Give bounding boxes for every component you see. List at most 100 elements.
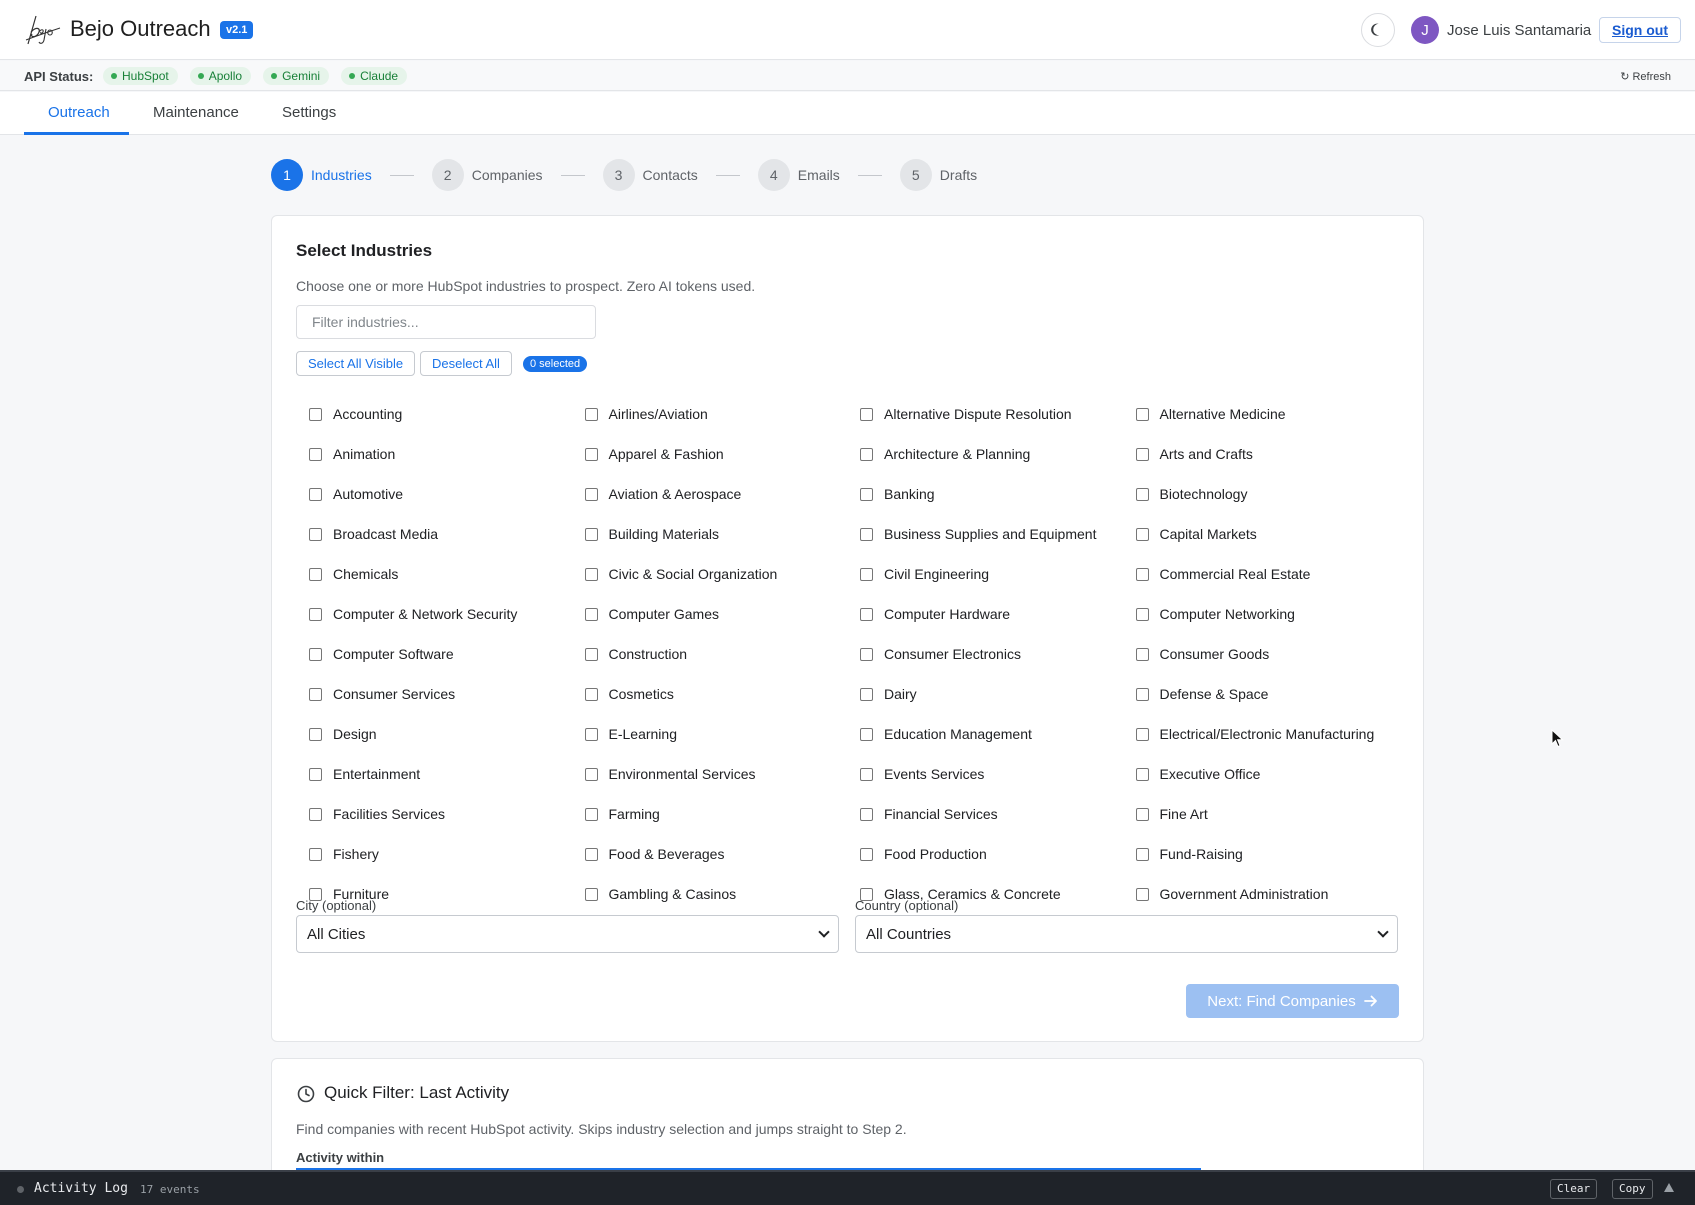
industry-option[interactable]: Computer Hardware xyxy=(860,594,1136,634)
industry-checkbox[interactable] xyxy=(584,607,598,621)
industry-option[interactable]: Commercial Real Estate xyxy=(1135,554,1410,594)
step-drafts[interactable]: 5 Drafts xyxy=(899,159,977,191)
industry-option[interactable]: Food Production xyxy=(860,834,1136,874)
industry-option[interactable]: Cosmetics xyxy=(584,674,861,714)
industry-checkbox[interactable] xyxy=(860,487,873,501)
industry-option[interactable]: Architecture & Planning xyxy=(860,434,1136,474)
industry-checkbox[interactable] xyxy=(584,567,598,581)
industry-checkbox[interactable] xyxy=(1135,607,1149,621)
industry-option[interactable]: Environmental Services xyxy=(584,754,861,794)
industry-option[interactable]: Banking xyxy=(860,474,1136,514)
industry-option[interactable]: Accounting xyxy=(309,394,585,434)
industry-option[interactable]: Facilities Services xyxy=(309,794,585,834)
deselect-all-button[interactable]: Deselect All xyxy=(420,351,512,376)
industry-checkbox[interactable] xyxy=(584,727,598,741)
industry-checkbox[interactable] xyxy=(1135,567,1149,581)
industry-checkbox[interactable] xyxy=(860,527,873,541)
industry-checkbox[interactable] xyxy=(584,407,598,421)
industry-option[interactable]: Computer Software xyxy=(309,634,585,674)
industry-checkbox[interactable] xyxy=(309,527,322,541)
industry-checkbox[interactable] xyxy=(1135,647,1149,661)
industry-option[interactable]: Executive Office xyxy=(1135,754,1410,794)
industry-checkbox[interactable] xyxy=(1135,887,1149,901)
industry-option[interactable]: Capital Markets xyxy=(1135,514,1410,554)
theme-toggle-button[interactable] xyxy=(1361,13,1395,47)
industry-checkbox[interactable] xyxy=(1135,407,1149,421)
industry-checkbox[interactable] xyxy=(309,487,322,501)
industry-option[interactable]: Alternative Medicine xyxy=(1135,394,1410,434)
industry-option[interactable]: Automotive xyxy=(309,474,585,514)
step-emails[interactable]: 4 Emails xyxy=(757,159,840,191)
industry-checkbox[interactable] xyxy=(860,567,873,581)
expand-log-icon[interactable] xyxy=(1664,1183,1674,1192)
industry-checkbox[interactable] xyxy=(309,567,322,581)
industry-checkbox[interactable] xyxy=(584,887,598,901)
industry-option[interactable]: Computer & Network Security xyxy=(309,594,585,634)
industry-checkbox[interactable] xyxy=(860,407,873,421)
industry-option[interactable]: Broadcast Media xyxy=(309,514,585,554)
step-companies[interactable]: 2 Companies xyxy=(431,159,543,191)
activity-log-bar[interactable]: Activity Log 17 events Clear Copy xyxy=(0,1170,1695,1205)
industry-checkbox[interactable] xyxy=(860,767,873,781)
industry-checkbox[interactable] xyxy=(1135,447,1149,461)
industry-checkbox[interactable] xyxy=(1135,727,1149,741)
industry-checkbox[interactable] xyxy=(584,767,598,781)
industry-option[interactable]: Construction xyxy=(584,634,861,674)
industry-checkbox[interactable] xyxy=(584,807,598,821)
industry-option[interactable]: Alternative Dispute Resolution xyxy=(860,394,1136,434)
industry-option[interactable]: Defense & Space xyxy=(1135,674,1410,714)
industry-option[interactable]: Arts and Crafts xyxy=(1135,434,1410,474)
industry-option[interactable]: Civil Engineering xyxy=(860,554,1136,594)
industry-checkbox[interactable] xyxy=(309,767,322,781)
industry-option[interactable]: Electrical/Electronic Manufacturing xyxy=(1135,714,1410,754)
refresh-button[interactable]: ↻ Refresh xyxy=(1620,70,1671,83)
industry-checkbox[interactable] xyxy=(860,727,873,741)
industry-option[interactable]: Computer Games xyxy=(584,594,861,634)
step-industries[interactable]: 1 Industries xyxy=(271,159,372,191)
tab-maintenance[interactable]: Maintenance xyxy=(153,104,239,121)
industry-option[interactable]: Civic & Social Organization xyxy=(584,554,861,594)
industry-checkbox[interactable] xyxy=(1135,847,1149,861)
industry-checkbox[interactable] xyxy=(584,687,598,701)
industry-option[interactable]: Computer Networking xyxy=(1135,594,1410,634)
industry-checkbox[interactable] xyxy=(1135,487,1149,501)
industry-checkbox[interactable] xyxy=(309,407,322,421)
industry-checkbox[interactable] xyxy=(309,807,322,821)
industry-option[interactable]: Building Materials xyxy=(584,514,861,554)
city-select[interactable]: All Cities xyxy=(296,915,839,953)
next-find-companies-button[interactable]: Next: Find Companies xyxy=(1186,984,1399,1018)
industry-checkbox[interactable] xyxy=(1135,807,1149,821)
industry-option[interactable]: Financial Services xyxy=(860,794,1136,834)
industry-option[interactable]: Apparel & Fashion xyxy=(584,434,861,474)
industry-option[interactable]: Consumer Goods xyxy=(1135,634,1410,674)
industry-checkbox[interactable] xyxy=(309,727,322,741)
industry-option[interactable]: Education Management xyxy=(860,714,1136,754)
industry-option[interactable]: Dairy xyxy=(860,674,1136,714)
industry-checkbox[interactable] xyxy=(860,647,873,661)
copy-log-button[interactable]: Copy xyxy=(1612,1179,1653,1199)
industry-option[interactable]: Consumer Services xyxy=(309,674,585,714)
industry-option[interactable]: Airlines/Aviation xyxy=(584,394,861,434)
industry-option[interactable]: Entertainment xyxy=(309,754,585,794)
industry-checkbox[interactable] xyxy=(584,527,598,541)
industry-option[interactable]: Animation xyxy=(309,434,585,474)
industry-checkbox[interactable] xyxy=(309,447,322,461)
industry-checkbox[interactable] xyxy=(584,647,598,661)
industry-checkbox[interactable] xyxy=(860,447,873,461)
industry-checkbox[interactable] xyxy=(309,687,322,701)
industry-option[interactable]: Design xyxy=(309,714,585,754)
industry-checkbox[interactable] xyxy=(860,847,873,861)
industry-checkbox[interactable] xyxy=(1135,767,1149,781)
select-all-visible-button[interactable]: Select All Visible xyxy=(296,351,416,376)
industry-checkbox[interactable] xyxy=(584,447,598,461)
industry-option[interactable]: Events Services xyxy=(860,754,1136,794)
avatar[interactable]: J xyxy=(1411,16,1439,44)
industry-checkbox[interactable] xyxy=(584,847,598,861)
industry-checkbox[interactable] xyxy=(1135,527,1149,541)
tab-settings[interactable]: Settings xyxy=(282,104,336,121)
industry-checkbox[interactable] xyxy=(584,487,598,501)
industry-checkbox[interactable] xyxy=(309,647,322,661)
filter-industries-input[interactable] xyxy=(296,305,596,339)
industry-option[interactable]: E-Learning xyxy=(584,714,861,754)
industry-option[interactable]: Fund-Raising xyxy=(1135,834,1410,874)
